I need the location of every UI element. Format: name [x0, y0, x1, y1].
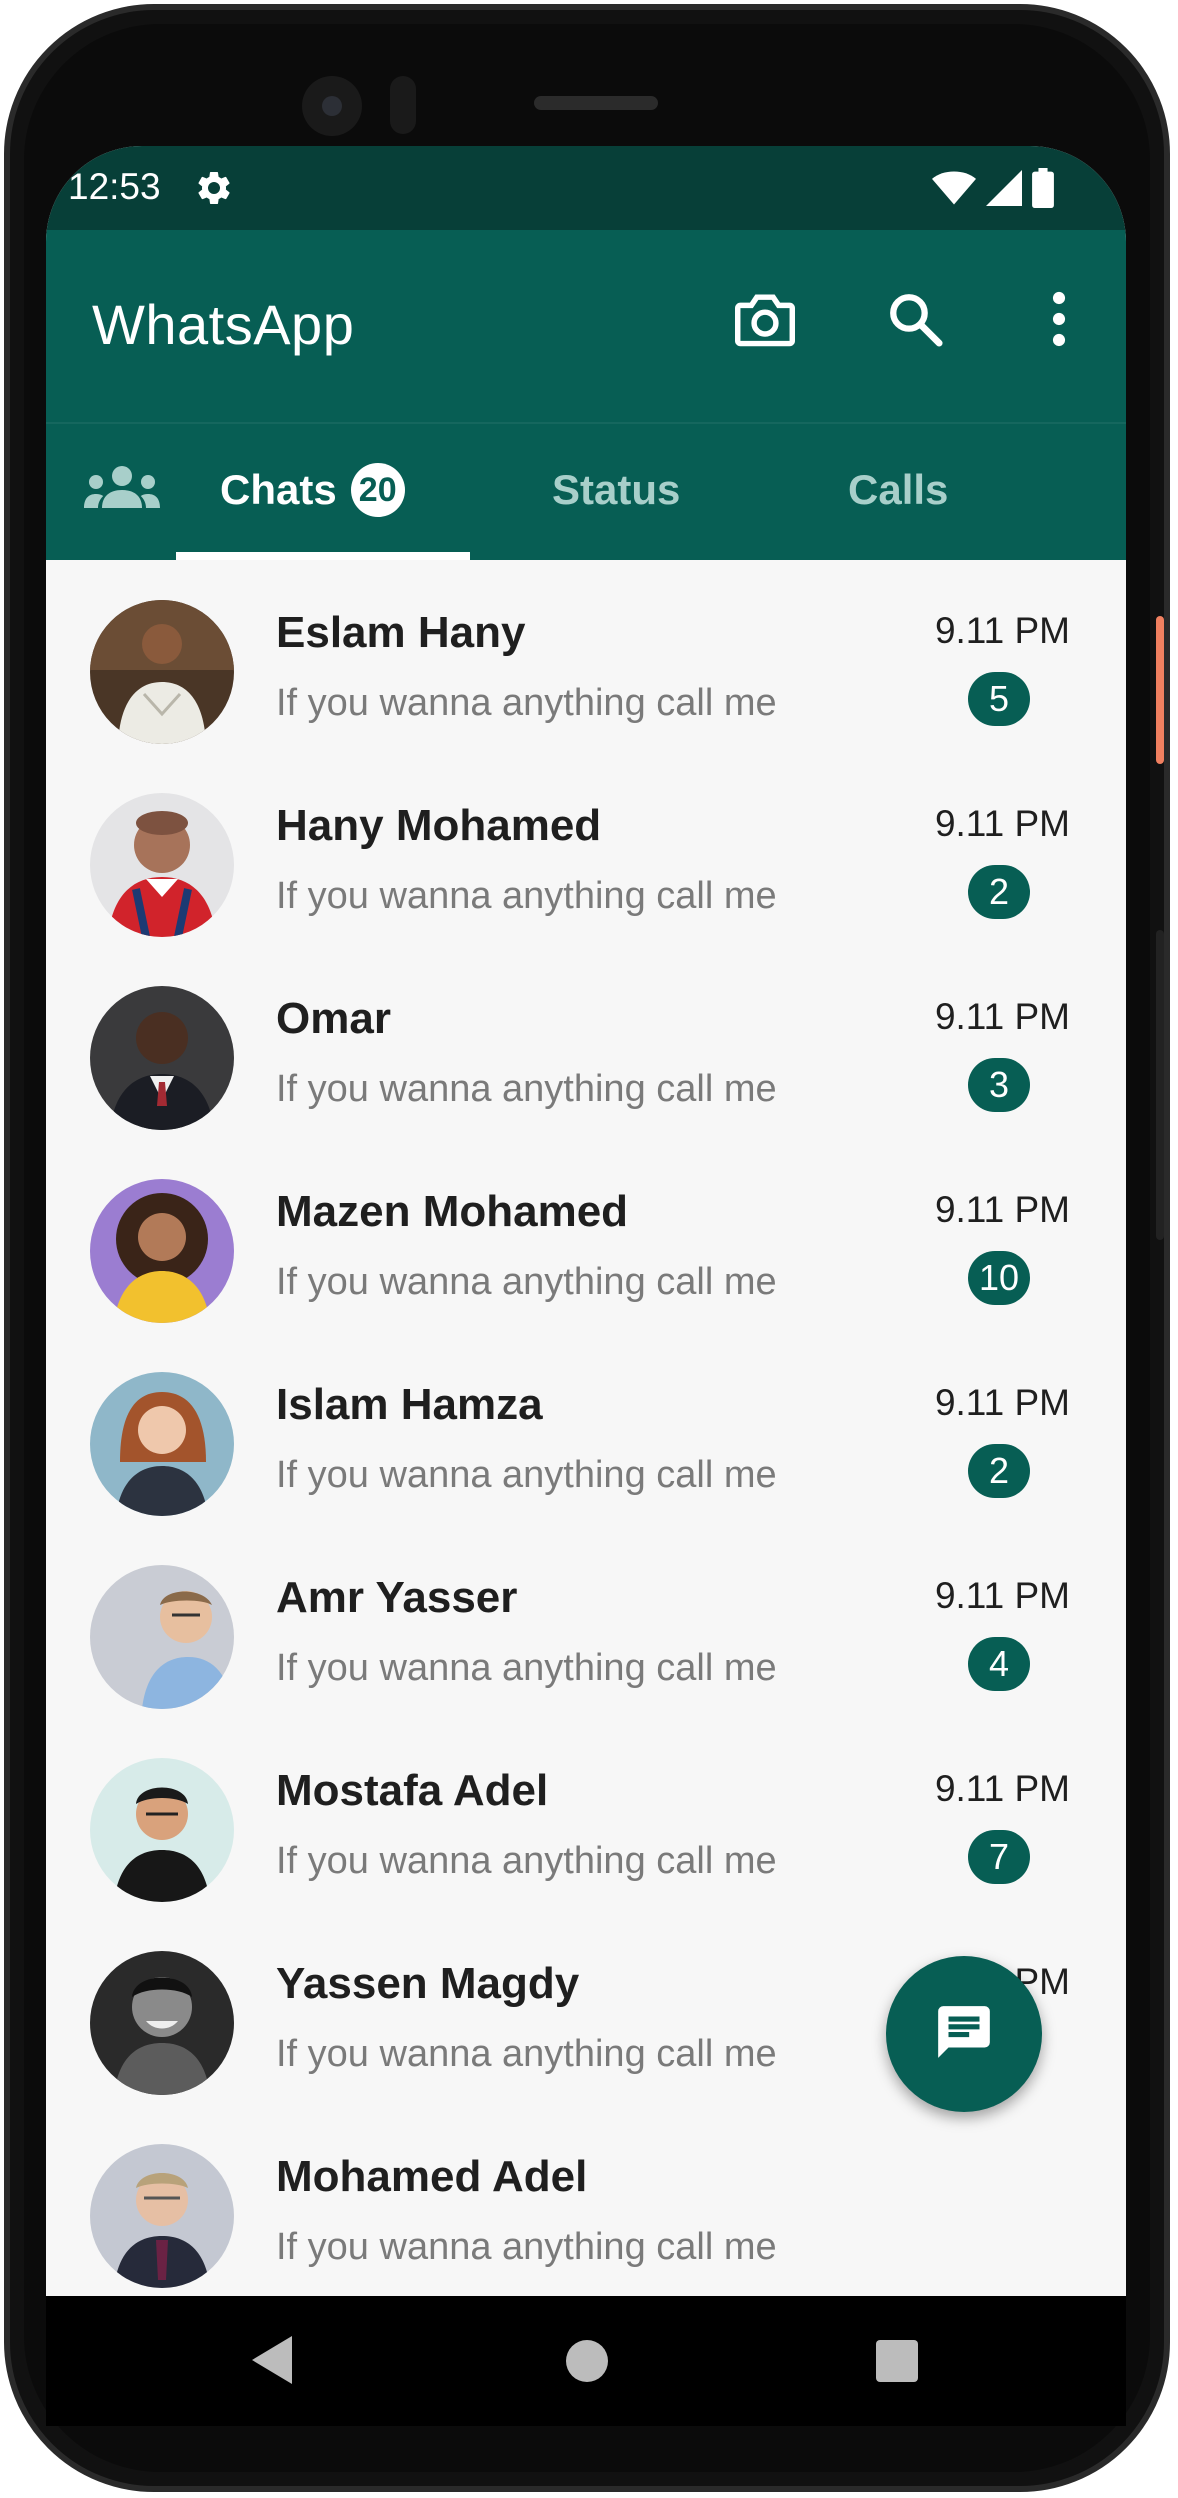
message-time: 9.11 PM	[934, 996, 1070, 1037]
contact-name: Mazen Mohamed	[276, 1187, 629, 1236]
chat-row[interactable]: Amr Yasser If you wanna anything call me…	[46, 1525, 1126, 1718]
community-icon[interactable]	[84, 464, 174, 520]
camera-button[interactable]	[728, 284, 802, 358]
search-icon	[886, 290, 944, 353]
last-message: If you wanna anything call me	[276, 1261, 777, 1303]
chat-row[interactable]: Mostafa Adel If you wanna anything call …	[46, 1718, 1126, 1911]
message-time: 9.11 PM	[934, 1382, 1070, 1423]
avatar[interactable]	[90, 1565, 234, 1709]
contact-name: Islam Hamza	[276, 1380, 543, 1429]
chat-row[interactable]: Islam Hamza If you wanna anything call m…	[46, 1332, 1126, 1525]
message-time: 9.11 PM	[934, 1768, 1070, 1809]
last-message: If you wanna anything call me	[276, 1454, 777, 1496]
battery-icon	[1032, 168, 1054, 213]
unread-badge: 5	[968, 672, 1030, 726]
last-message: If you wanna anything call me	[276, 1647, 777, 1689]
avatar[interactable]	[90, 600, 234, 744]
last-message: If you wanna anything call me	[276, 682, 777, 724]
avatar[interactable]	[90, 1758, 234, 1902]
contact-name: Amr Yasser	[276, 1573, 518, 1622]
avatar[interactable]	[90, 986, 234, 1130]
contact-name: Hany Mohamed	[276, 801, 602, 850]
active-tab-indicator	[176, 552, 470, 560]
tab-label: Calls	[848, 466, 949, 513]
power-button	[1156, 616, 1164, 764]
home-icon[interactable]	[566, 2340, 608, 2382]
camera-icon	[732, 289, 798, 354]
unread-badge: 2	[968, 1444, 1030, 1498]
avatar[interactable]	[90, 1951, 234, 2095]
avatar[interactable]	[90, 2144, 234, 2288]
more-vert-icon	[1051, 291, 1067, 352]
last-message: If you wanna anything call me	[276, 1840, 777, 1882]
more-options-button[interactable]	[1022, 284, 1096, 358]
status-bar: 12:53	[46, 146, 1126, 230]
contact-name: Omar	[276, 994, 391, 1043]
chat-row[interactable]: Omar If you wanna anything call me 9.11 …	[46, 946, 1126, 1139]
avatar[interactable]	[90, 1372, 234, 1516]
tab-status[interactable]: Status	[552, 460, 680, 520]
unread-badge: 10	[968, 1251, 1030, 1305]
volume-button	[1156, 930, 1164, 1240]
search-button[interactable]	[878, 284, 952, 358]
status-icons	[932, 168, 1054, 213]
avatar[interactable]	[90, 1179, 234, 1323]
wifi-icon	[932, 169, 976, 212]
last-message: If you wanna anything call me	[276, 2226, 777, 2268]
message-time: 9.11 PM	[934, 610, 1070, 651]
status-time: 12:53	[68, 166, 161, 207]
tab-label: Chats	[220, 466, 337, 513]
app-toolbar: WhatsApp	[46, 230, 1126, 422]
contact-name: Yassen Magdy	[276, 1959, 580, 2008]
signal-icon	[986, 169, 1022, 212]
last-message: If you wanna anything call me	[276, 875, 777, 917]
back-icon[interactable]	[252, 2336, 292, 2389]
app-title: WhatsApp	[92, 293, 355, 356]
chat-row[interactable]: Hany Mohamed If you wanna anything call …	[46, 753, 1126, 946]
contact-name: Eslam Hany	[276, 608, 526, 657]
contact-name: Mohamed Adel	[276, 2152, 588, 2201]
tab-bar: Chats 20 Status Calls	[46, 422, 1126, 560]
avatar[interactable]	[90, 793, 234, 937]
chat-row[interactable]: Mazen Mohamed If you wanna anything call…	[46, 1139, 1126, 1332]
unread-badge: 3	[968, 1058, 1030, 1112]
last-message: If you wanna anything call me	[276, 2033, 777, 2075]
recents-icon[interactable]	[876, 2340, 918, 2382]
message-time: 9.11 PM	[934, 1189, 1070, 1230]
chat-row[interactable]: Mohamed Adel If you wanna anything call …	[46, 2104, 1126, 2296]
chat-row[interactable]: Eslam Hany If you wanna anything call me…	[46, 560, 1126, 753]
contact-name: Mostafa Adel	[276, 1766, 549, 1815]
message-time: 9.11 PM	[934, 803, 1070, 844]
unread-count-badge: 20	[350, 463, 405, 517]
message-time: 9.11 PM	[934, 1575, 1070, 1616]
unread-badge: 7	[968, 1830, 1030, 1884]
system-navigation-bar	[46, 2296, 1126, 2426]
tab-label: Status	[552, 466, 681, 513]
gear-icon	[194, 168, 234, 208]
last-message: If you wanna anything call me	[276, 1068, 777, 1110]
unread-badge: 2	[968, 865, 1030, 919]
proximity-sensor	[390, 76, 416, 134]
tab-calls[interactable]: Calls	[848, 460, 948, 520]
message-icon	[933, 2001, 995, 2068]
tab-chats[interactable]: Chats 20	[220, 460, 405, 520]
unread-badge: 4	[968, 1637, 1030, 1691]
new-chat-button[interactable]	[886, 1956, 1042, 2112]
earpiece	[534, 96, 658, 110]
front-camera	[302, 76, 362, 136]
